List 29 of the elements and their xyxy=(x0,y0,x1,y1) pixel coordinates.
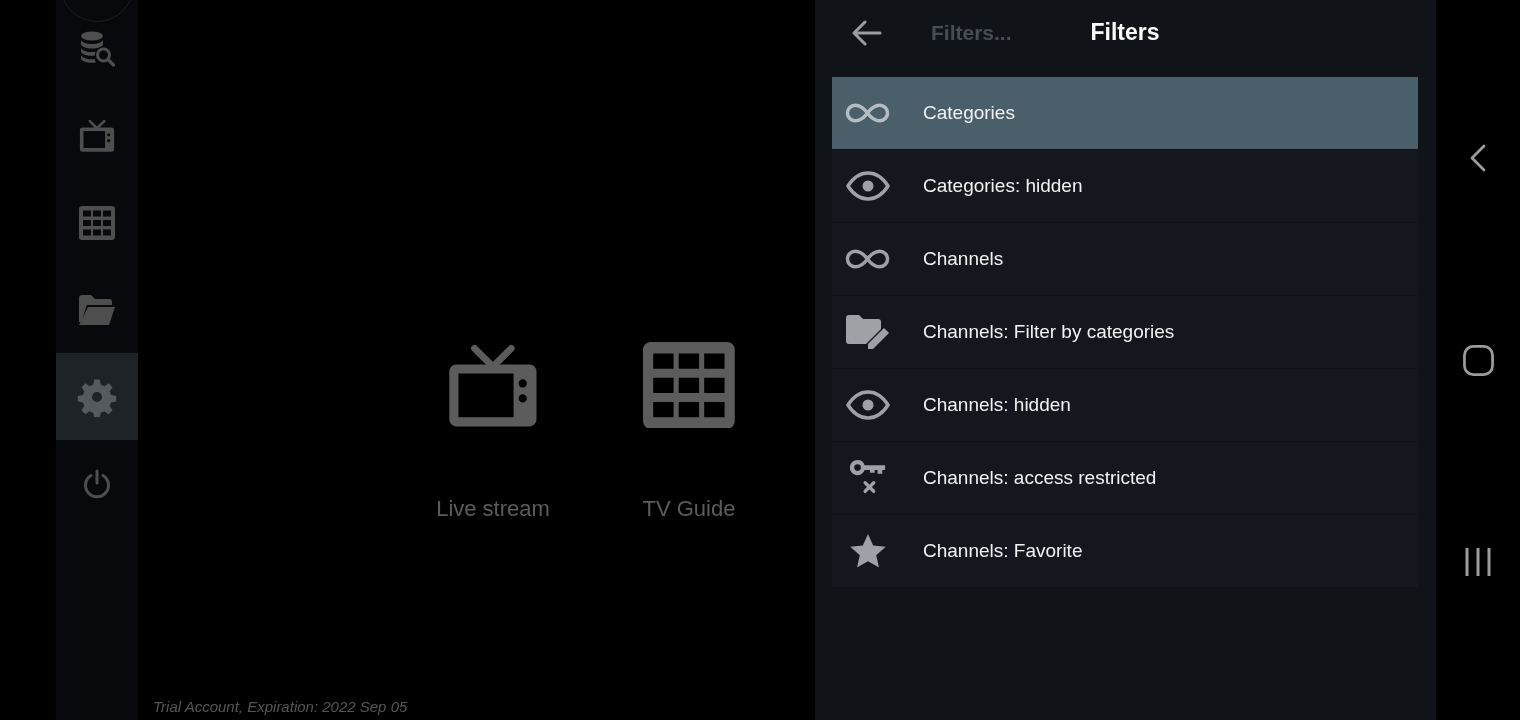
panel-title: Filters xyxy=(1090,18,1160,48)
filter-list-item[interactable]: Channels: Filter by categories xyxy=(832,296,1418,369)
filter-list-item[interactable]: Channels xyxy=(832,223,1418,296)
back-button[interactable] xyxy=(852,19,882,46)
filter-list-item[interactable]: Channels: access restricted xyxy=(832,442,1418,515)
account-status-text: Trial Account, Expiration: 2022 Sep 05 xyxy=(153,696,408,717)
grid-icon xyxy=(79,205,115,240)
fading-title: Filters... xyxy=(931,19,1012,46)
recent-apps-icon xyxy=(1464,547,1492,577)
database-search-icon xyxy=(79,30,115,67)
eye-icon xyxy=(845,390,890,420)
back-arrow-icon xyxy=(852,19,882,46)
folder-pencil-icon xyxy=(845,314,890,350)
eye-icon xyxy=(845,171,890,201)
home-square-icon xyxy=(1462,344,1494,376)
infinity-icon xyxy=(845,101,890,125)
tv-icon xyxy=(79,119,115,152)
filter-list-item[interactable]: Categories: hidden xyxy=(832,150,1418,223)
folder-icon xyxy=(79,294,115,325)
grid-icon xyxy=(643,341,735,429)
tv-icon xyxy=(447,342,539,428)
infinity-icon xyxy=(845,247,890,271)
filter-list-item[interactable]: Categories xyxy=(832,77,1418,150)
star-icon xyxy=(848,533,887,569)
back-chevron-icon xyxy=(1470,144,1486,172)
filter-list-item[interactable]: Channels: Favorite xyxy=(832,515,1418,588)
filter-list-item[interactable]: Channels: hidden xyxy=(832,369,1418,442)
power-icon xyxy=(82,468,112,499)
settings-button[interactable] xyxy=(56,353,138,440)
